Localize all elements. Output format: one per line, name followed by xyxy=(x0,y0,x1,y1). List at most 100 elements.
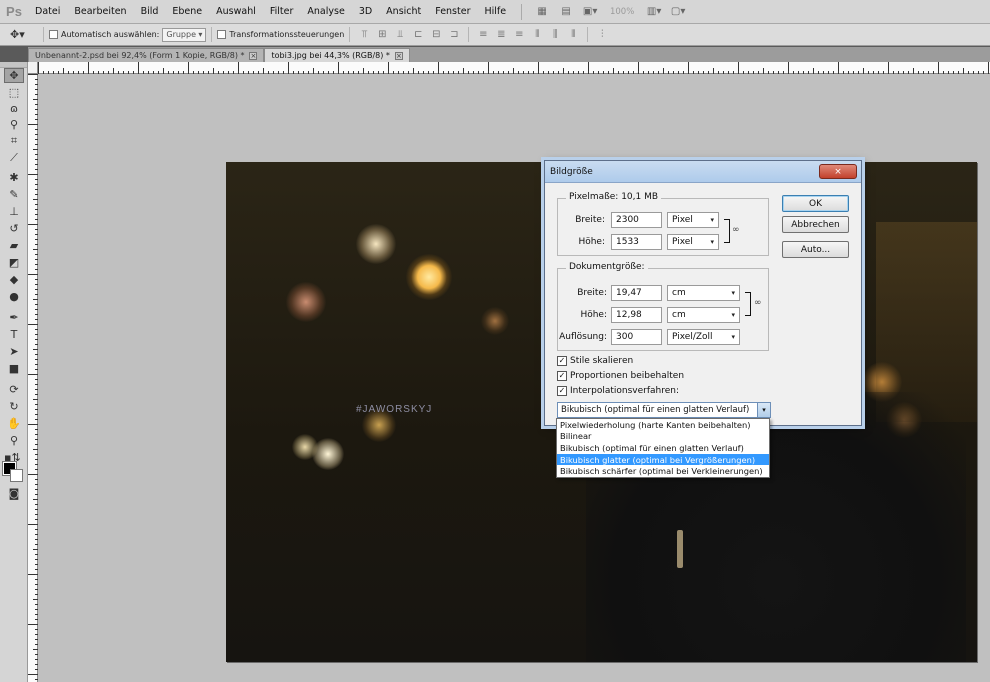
align-right-icon[interactable]: ⊐ xyxy=(447,29,461,41)
doc-height-input[interactable]: 12,98 xyxy=(611,307,662,323)
auto-select-dropdown[interactable]: Gruppe ▾ xyxy=(162,27,207,42)
move-tool-preset-icon[interactable]: ✥▾ xyxy=(10,28,38,41)
menu-ansicht[interactable]: Ansicht xyxy=(379,6,428,17)
menu-filter[interactable]: Filter xyxy=(263,6,301,17)
menu-3d[interactable]: 3D xyxy=(352,6,379,17)
resample-option-bilinear[interactable]: Bilinear xyxy=(557,431,769,443)
auto-align-layers-icon[interactable]: ⫶ xyxy=(595,29,609,41)
vertical-ruler[interactable] xyxy=(28,74,38,682)
background-color-swatch[interactable] xyxy=(10,469,23,482)
pixel-width-unit-select[interactable]: Pixel ▾ xyxy=(667,212,719,228)
align-vcenter-icon[interactable]: ⊞ xyxy=(375,29,389,41)
type-tool-icon[interactable]: T xyxy=(4,327,24,342)
close-icon[interactable]: × xyxy=(819,164,857,179)
resample-option-bicubic-smoother[interactable]: Bikubisch glatter (optimal bei Vergrößer… xyxy=(557,453,769,466)
resolution-unit-select[interactable]: Pixel/Zoll ▾ xyxy=(667,329,740,345)
gradient-tool-icon[interactable]: ◩ xyxy=(4,255,24,270)
distribute-vcenter-icon[interactable]: ≣ xyxy=(494,29,508,41)
shape-tool-icon[interactable]: ■ xyxy=(4,361,24,376)
bridge-icon[interactable]: ▦ xyxy=(530,4,554,20)
auto-button[interactable]: Auto... xyxy=(782,241,849,258)
close-icon[interactable]: × xyxy=(249,51,258,60)
clone-stamp-tool-icon[interactable]: ⊥ xyxy=(4,204,24,219)
minibridge-icon[interactable]: ▤ xyxy=(554,4,578,20)
resample-option-bicubic-sharper[interactable]: Bikubisch schärfer (optimal bei Verklein… xyxy=(557,465,769,477)
3d-rotate-tool-icon[interactable]: ⟳ xyxy=(4,382,24,397)
align-bottom-icon[interactable]: ⫫ xyxy=(393,29,407,41)
cancel-button[interactable]: Abbrechen xyxy=(782,216,849,233)
move-tool-icon[interactable]: ✥ xyxy=(4,68,24,83)
marquee-tool-icon[interactable]: ⬚ xyxy=(4,85,24,100)
distribute-bottom-icon[interactable]: ≡ xyxy=(512,29,526,41)
bokeh-light xyxy=(406,254,452,300)
tab-label: Unbenannt-2.psd bei 92,4% (Form 1 Kopie,… xyxy=(35,51,245,60)
resample-method-list: Pixelwiederholung (harte Kanten beibehal… xyxy=(556,418,770,478)
resample-method-select[interactable]: Bikubisch (optimal für einen glatten Ver… xyxy=(557,402,771,418)
eyedropper-tool-icon[interactable]: ⟋ xyxy=(4,150,24,165)
chevron-down-icon: ▾ xyxy=(731,333,735,341)
pen-tool-icon[interactable]: ✒ xyxy=(4,310,24,325)
history-brush-tool-icon[interactable]: ↺ xyxy=(4,221,24,236)
auto-select-value: Gruppe xyxy=(166,30,197,39)
menu-bild[interactable]: Bild xyxy=(134,6,166,17)
blur-tool-icon[interactable]: ◆ xyxy=(4,272,24,287)
pixel-height-unit-select[interactable]: Pixel ▾ xyxy=(667,234,719,250)
3d-orbit-tool-icon[interactable]: ↻ xyxy=(4,399,24,414)
menu-auswahl[interactable]: Auswahl xyxy=(209,6,263,17)
ruler-origin[interactable] xyxy=(28,62,38,74)
quick-select-tool-icon[interactable]: ⚲ xyxy=(4,117,24,132)
transform-controls-checkbox[interactable] xyxy=(217,30,227,39)
resample-checkbox[interactable]: ✓ xyxy=(557,386,567,396)
menu-bearbeiten[interactable]: Bearbeiten xyxy=(67,6,133,17)
doc-width-input[interactable]: 19,47 xyxy=(611,285,662,301)
pixel-width-input[interactable]: 2300 xyxy=(611,212,662,228)
quick-mask-icon[interactable]: ◙ xyxy=(4,486,24,501)
arrange-documents-icon[interactable]: ▥▾ xyxy=(642,4,666,20)
menu-fenster[interactable]: Fenster xyxy=(428,6,477,17)
distribute-top-icon[interactable]: ≡ xyxy=(476,29,490,41)
resolution-input[interactable]: 300 xyxy=(611,329,662,345)
distribute-hcenter-icon[interactable]: ⫼ xyxy=(548,29,562,41)
view-extras-icon[interactable]: ▣▾ xyxy=(578,4,602,20)
pixel-height-input[interactable]: 1533 xyxy=(611,234,662,250)
menu-ebene[interactable]: Ebene xyxy=(165,6,209,17)
distribute-left-icon[interactable]: ⦀ xyxy=(530,29,544,41)
hand-tool-icon[interactable]: ✋ xyxy=(4,416,24,431)
resample-option-bicubic[interactable]: Bikubisch (optimal für einen glatten Ver… xyxy=(557,442,769,454)
ok-button[interactable]: OK xyxy=(782,195,849,212)
chevron-down-icon[interactable]: ▾ xyxy=(757,403,770,417)
menu-datei[interactable]: Datei xyxy=(28,6,67,17)
tab-unbenannt-2[interactable]: Unbenannt-2.psd bei 92,4% (Form 1 Kopie,… xyxy=(28,48,265,62)
crop-tool-icon[interactable]: ⌗ xyxy=(4,133,24,148)
scale-styles-checkbox[interactable]: ✓ xyxy=(557,356,567,366)
constrain-proportions-option[interactable]: ✓ Proportionen beibehalten xyxy=(557,371,684,381)
transform-controls-label: Transformationssteuerungen xyxy=(229,30,345,39)
menu-analyse[interactable]: Analyse xyxy=(300,6,351,17)
dodge-tool-icon[interactable]: ● xyxy=(4,289,24,304)
tab-tobi3[interactable]: tobi3.jpg bei 44,3% (RGB/8) * × xyxy=(264,48,410,62)
lasso-tool-icon[interactable]: ɷ xyxy=(4,101,24,116)
scale-styles-option[interactable]: ✓ Stile skalieren xyxy=(557,356,633,366)
close-icon[interactable]: × xyxy=(394,51,403,60)
resample-option-nearest[interactable]: Pixelwiederholung (harte Kanten beibehal… xyxy=(557,419,769,431)
resample-option[interactable]: ✓ Interpolationsverfahren: xyxy=(557,386,679,396)
doc-height-unit-select[interactable]: cm ▾ xyxy=(667,307,740,323)
constrain-proportions-checkbox[interactable]: ✓ xyxy=(557,371,567,381)
align-top-icon[interactable]: ⫪ xyxy=(357,29,371,41)
horizontal-ruler[interactable] xyxy=(38,62,990,74)
zoom-level[interactable]: 100% xyxy=(602,4,642,20)
link-icon: ∞ xyxy=(754,298,762,308)
menu-hilfe[interactable]: Hilfe xyxy=(478,6,514,17)
path-select-tool-icon[interactable]: ➤ xyxy=(4,344,24,359)
screen-mode-icon[interactable]: ▢▾ xyxy=(666,4,690,20)
brush-tool-icon[interactable]: ✎ xyxy=(4,187,24,202)
doc-width-unit-select[interactable]: cm ▾ xyxy=(667,285,740,301)
distribute-right-icon[interactable]: ⦀ xyxy=(566,29,580,41)
auto-select-checkbox[interactable] xyxy=(49,30,58,39)
align-left-icon[interactable]: ⊏ xyxy=(411,29,425,41)
eraser-tool-icon[interactable]: ▰ xyxy=(4,238,24,253)
zoom-tool-icon[interactable]: ⚲ xyxy=(4,433,24,448)
align-hcenter-icon[interactable]: ⊟ xyxy=(429,29,443,41)
spot-healing-tool-icon[interactable]: ✱ xyxy=(4,170,24,185)
dialog-titlebar[interactable]: Bildgröße × xyxy=(545,161,861,183)
